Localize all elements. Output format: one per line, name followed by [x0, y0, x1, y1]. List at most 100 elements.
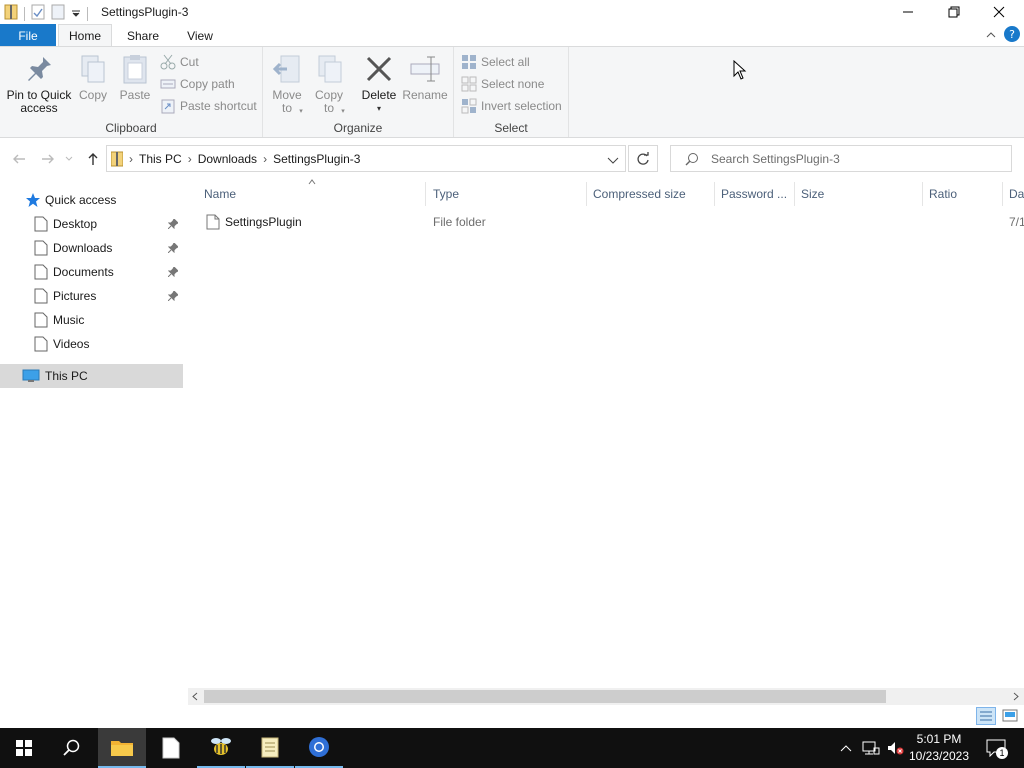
large-icons-view-icon[interactable] — [1000, 707, 1020, 725]
scrollbar-thumb[interactable] — [204, 690, 886, 703]
taskbar-clock[interactable]: 5:01 PM 10/23/2023 — [906, 731, 972, 765]
restore-icon — [948, 6, 960, 18]
breadcrumb-downloads[interactable]: Downloads — [198, 152, 257, 166]
paste-button[interactable]: Paste — [118, 53, 152, 102]
pin-icon[interactable] — [168, 291, 178, 301]
show-hidden-icons-button[interactable] — [836, 738, 856, 758]
refresh-button[interactable] — [628, 145, 658, 172]
cut-button[interactable]: Cut — [160, 52, 199, 72]
pin-icon — [28, 57, 51, 81]
forward-button[interactable] — [38, 150, 58, 168]
up-button[interactable] — [83, 150, 103, 168]
breadcrumb-separator-icon: › — [263, 152, 268, 166]
sidebar-item-desktop[interactable]: Desktop — [0, 212, 183, 236]
column-date[interactable]: Da — [1003, 182, 1024, 206]
view-toggle — [976, 707, 1020, 725]
column-compressed-size[interactable]: Compressed size — [587, 182, 715, 206]
help-icon[interactable]: ? — [1004, 26, 1020, 45]
document-icon — [34, 312, 48, 328]
network-status[interactable] — [861, 738, 881, 758]
select-none-button[interactable]: Select none — [461, 74, 544, 94]
recent-locations-button[interactable] — [62, 150, 76, 168]
breadcrumb-this-pc[interactable]: This PC — [139, 152, 182, 166]
document-icon — [34, 240, 48, 256]
ribbon: Pin to Quick access Copy Paste Cut Copy … — [0, 46, 1024, 138]
taskbar-app-bee[interactable] — [197, 728, 245, 768]
select-all-button[interactable]: Select all — [461, 52, 530, 72]
pin-to-quick-access-button[interactable]: Pin to Quick access — [4, 53, 74, 115]
taskbar-search-button[interactable] — [48, 728, 96, 768]
collapse-ribbon-icon[interactable] — [985, 29, 997, 44]
minimize-button[interactable] — [885, 0, 931, 24]
search-icon — [685, 153, 698, 166]
sidebar-item-label: Videos — [53, 337, 90, 351]
paste-shortcut-icon — [161, 99, 175, 114]
taskbar-chrome[interactable] — [295, 728, 343, 768]
taskbar-notepad[interactable] — [147, 728, 195, 768]
breadcrumb-separator-icon: › — [129, 152, 133, 166]
column-size[interactable]: Size — [795, 182, 923, 206]
move-to-icon — [272, 55, 300, 83]
copy-icon — [81, 55, 105, 83]
taskbar-notes-app[interactable] — [246, 728, 294, 768]
search-box[interactable]: Search SettingsPlugin-3 — [670, 145, 1012, 172]
sidebar-item-downloads[interactable]: Downloads — [0, 236, 183, 260]
table-row[interactable]: SettingsPlugin File folder 7/1 — [196, 211, 1024, 233]
column-type[interactable]: Type — [427, 182, 587, 206]
pin-icon[interactable] — [168, 219, 178, 229]
folder-icon — [111, 741, 133, 756]
volume-muted[interactable] — [885, 738, 905, 758]
clock-date: 10/23/2023 — [908, 749, 970, 763]
horizontal-scrollbar[interactable] — [188, 688, 1024, 705]
sidebar-item-documents[interactable]: Documents — [0, 260, 183, 284]
pin-icon[interactable] — [168, 267, 178, 277]
computer-icon — [22, 369, 40, 382]
scroll-right-icon[interactable] — [1012, 692, 1020, 701]
sidebar-item-this-pc[interactable]: This PC — [0, 364, 183, 388]
close-button[interactable] — [976, 0, 1022, 24]
move-to-button[interactable]: Move to ▾ — [269, 53, 305, 118]
pin-icon[interactable] — [168, 243, 178, 253]
rename-button[interactable]: Rename — [402, 53, 448, 102]
address-history-dropdown[interactable] — [607, 154, 619, 168]
start-button[interactable] — [0, 728, 48, 768]
file-icon — [206, 214, 220, 230]
copy-to-button[interactable]: Copy to ▾ — [311, 53, 347, 118]
invert-selection-button[interactable]: Invert selection — [461, 96, 562, 116]
column-ratio[interactable]: Ratio — [923, 182, 1003, 206]
scroll-left-icon[interactable] — [191, 692, 199, 701]
search-input[interactable]: Search SettingsPlugin-3 — [711, 152, 840, 166]
sidebar-item-music[interactable]: Music — [0, 308, 183, 332]
action-center-button[interactable]: 1 — [983, 738, 1009, 759]
back-button[interactable] — [9, 150, 29, 168]
sidebar-item-label: Pictures — [53, 289, 97, 303]
sidebar-item-videos[interactable]: Videos — [0, 332, 183, 356]
sidebar-item-label: Desktop — [53, 217, 98, 231]
tab-file[interactable]: File — [0, 24, 56, 47]
delete-button[interactable]: Delete ▾ — [359, 53, 399, 115]
restore-button[interactable] — [931, 0, 977, 24]
customize-toolbar-dropdown-icon[interactable] — [71, 7, 81, 21]
taskbar-file-explorer[interactable] — [98, 728, 146, 768]
up-arrow-icon — [88, 153, 98, 165]
sidebar-item-pictures[interactable]: Pictures — [0, 284, 183, 308]
copy-path-button[interactable]: Copy path — [160, 74, 235, 94]
sidebar-item-quick-access[interactable]: Quick access — [0, 188, 183, 212]
paste-shortcut-button[interactable]: Paste shortcut — [160, 96, 257, 116]
column-password[interactable]: Password ... — [715, 182, 795, 206]
tab-home[interactable]: Home — [58, 24, 112, 47]
properties-icon[interactable] — [31, 4, 45, 23]
breadcrumb-current-folder[interactable]: SettingsPlugin-3 — [273, 152, 360, 166]
speaker-muted-icon — [888, 742, 904, 755]
details-view-icon[interactable] — [976, 707, 996, 725]
column-name[interactable]: Name — [198, 182, 426, 206]
zip-folder-icon — [111, 151, 123, 167]
new-folder-icon[interactable] — [51, 4, 65, 23]
windows-logo-icon — [16, 740, 32, 756]
document-icon — [34, 264, 48, 280]
tab-view[interactable]: View — [178, 24, 222, 47]
divider — [24, 6, 25, 21]
address-bar[interactable]: › This PC › Downloads › SettingsPlugin-3 — [106, 145, 626, 172]
tab-share[interactable]: Share — [120, 24, 166, 47]
copy-button[interactable]: Copy — [76, 53, 110, 102]
